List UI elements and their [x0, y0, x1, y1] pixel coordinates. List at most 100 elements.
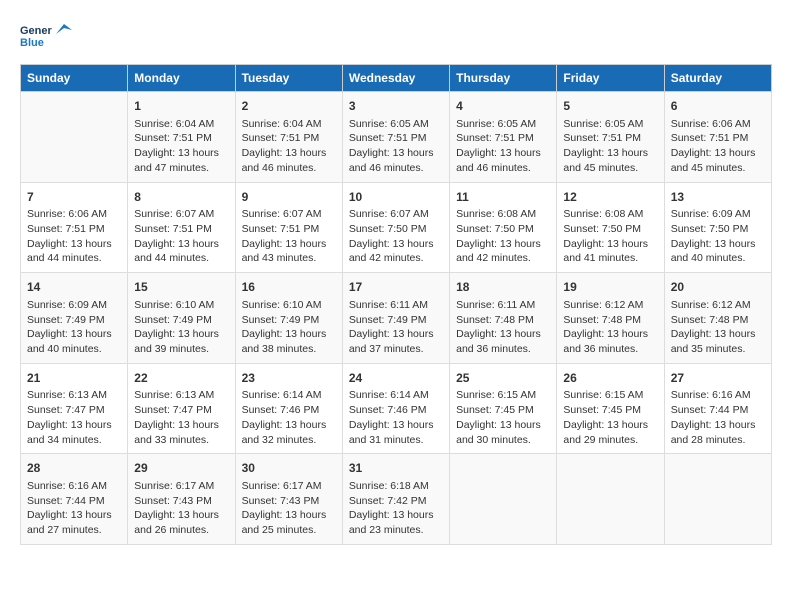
day-number: 3 — [349, 98, 443, 115]
day-number: 5 — [563, 98, 657, 115]
calendar-cell: 17 Sunrise: 6:11 AM Sunset: 7:49 PM Dayli… — [342, 273, 449, 364]
calendar-cell: 1Sunrise: 6:04 AM Sunset: 7:51 PM Daylig… — [128, 92, 235, 183]
calendar-cell: 8Sunrise: 6:07 AM Sunset: 7:51 PM Daylig… — [128, 182, 235, 273]
day-number: 22 — [134, 370, 228, 387]
day-content: Sunrise: 6:04 AM Sunset: 7:51 PM Dayligh… — [242, 117, 336, 176]
day-content: Sunrise: 6:05 AM Sunset: 7:51 PM Dayligh… — [563, 117, 657, 176]
calendar-cell: 4Sunrise: 6:05 AM Sunset: 7:51 PM Daylig… — [450, 92, 557, 183]
day-number: 30 — [242, 460, 336, 477]
svg-text:General: General — [20, 25, 52, 37]
day-content: Sunrise: 6:16 AM Sunset: 7:44 PM Dayligh… — [671, 388, 765, 447]
day-number: 10 — [349, 189, 443, 206]
day-content: Sunrise: 6:08 AM Sunset: 7:50 PM Dayligh… — [456, 207, 550, 266]
day-number: 20 — [671, 279, 765, 296]
day-number: 18 — [456, 279, 550, 296]
week-row-2: 7Sunrise: 6:06 AM Sunset: 7:51 PM Daylig… — [21, 182, 772, 273]
calendar-header-row: SundayMondayTuesdayWednesdayThursdayFrid… — [21, 65, 772, 92]
day-number: 14 — [27, 279, 121, 296]
day-header-saturday: Saturday — [664, 65, 771, 92]
calendar-cell: 15 Sunrise: 6:10 AM Sunset: 7:49 PM Dayli… — [128, 273, 235, 364]
day-header-sunday: Sunday — [21, 65, 128, 92]
day-number: 2 — [242, 98, 336, 115]
calendar-body: 1Sunrise: 6:04 AM Sunset: 7:51 PM Daylig… — [21, 92, 772, 545]
day-content: Sunrise: 6:07 AM Sunset: 7:50 PM Dayligh… — [349, 207, 443, 266]
day-number: 15 — [134, 279, 228, 296]
week-row-3: 14 Sunrise: 6:09 AM Sunset: 7:49 PM Dayli… — [21, 273, 772, 364]
day-content: Sunrise: 6:11 AM Sunset: 7:48 PM Dayligh… — [456, 298, 550, 357]
day-content: Sunrise: 6:13 AM Sunset: 7:47 PM Dayligh… — [134, 388, 228, 447]
calendar-cell: 2 Sunrise: 6:04 AM Sunset: 7:51 PM Daylig… — [235, 92, 342, 183]
day-content: Sunrise: 6:17 AM Sunset: 7:43 PM Dayligh… — [242, 479, 336, 538]
day-content: Sunrise: 6:13 AM Sunset: 7:47 PM Dayligh… — [27, 388, 121, 447]
day-number: 25 — [456, 370, 550, 387]
day-number: 31 — [349, 460, 443, 477]
day-number: 26 — [563, 370, 657, 387]
calendar-cell — [450, 454, 557, 545]
day-content: Sunrise: 6:15 AM Sunset: 7:45 PM Dayligh… — [563, 388, 657, 447]
calendar-table: SundayMondayTuesdayWednesdayThursdayFrid… — [20, 64, 772, 545]
calendar-cell — [664, 454, 771, 545]
day-number: 9 — [242, 189, 336, 206]
day-content: Sunrise: 6:04 AM Sunset: 7:51 PM Dayligh… — [134, 117, 228, 176]
day-content: Sunrise: 6:18 AM Sunset: 7:42 PM Dayligh… — [349, 479, 443, 538]
calendar-cell: 27Sunrise: 6:16 AM Sunset: 7:44 PM Dayli… — [664, 363, 771, 454]
day-content: Sunrise: 6:09 AM Sunset: 7:50 PM Dayligh… — [671, 207, 765, 266]
calendar-cell: 12Sunrise: 6:08 AM Sunset: 7:50 PM Dayli… — [557, 182, 664, 273]
week-row-5: 28Sunrise: 6:16 AM Sunset: 7:44 PM Dayli… — [21, 454, 772, 545]
day-number: 4 — [456, 98, 550, 115]
week-row-4: 21Sunrise: 6:13 AM Sunset: 7:47 PM Dayli… — [21, 363, 772, 454]
day-content: Sunrise: 6:06 AM Sunset: 7:51 PM Dayligh… — [671, 117, 765, 176]
day-header-tuesday: Tuesday — [235, 65, 342, 92]
day-number: 21 — [27, 370, 121, 387]
calendar-cell: 21Sunrise: 6:13 AM Sunset: 7:47 PM Dayli… — [21, 363, 128, 454]
calendar-cell: 13Sunrise: 6:09 AM Sunset: 7:50 PM Dayli… — [664, 182, 771, 273]
day-content: Sunrise: 6:12 AM Sunset: 7:48 PM Dayligh… — [563, 298, 657, 357]
calendar-cell: 3 Sunrise: 6:05 AM Sunset: 7:51 PM Daylig… — [342, 92, 449, 183]
calendar-cell: 30 Sunrise: 6:17 AM Sunset: 7:43 PM Dayli… — [235, 454, 342, 545]
day-number: 27 — [671, 370, 765, 387]
day-content: Sunrise: 6:05 AM Sunset: 7:51 PM Dayligh… — [349, 117, 443, 176]
day-header-monday: Monday — [128, 65, 235, 92]
calendar-cell: 14 Sunrise: 6:09 AM Sunset: 7:49 PM Dayli… — [21, 273, 128, 364]
calendar-cell: 20 Sunrise: 6:12 AM Sunset: 7:48 PM Dayli… — [664, 273, 771, 364]
day-number: 17 — [349, 279, 443, 296]
logo: General Blue — [20, 20, 74, 48]
day-content: Sunrise: 6:12 AM Sunset: 7:48 PM Dayligh… — [671, 298, 765, 357]
calendar-cell: 23Sunrise: 6:14 AM Sunset: 7:46 PM Dayli… — [235, 363, 342, 454]
day-number: 7 — [27, 189, 121, 206]
day-number: 29 — [134, 460, 228, 477]
day-content: Sunrise: 6:14 AM Sunset: 7:46 PM Dayligh… — [242, 388, 336, 447]
day-number: 23 — [242, 370, 336, 387]
day-content: Sunrise: 6:09 AM Sunset: 7:49 PM Dayligh… — [27, 298, 121, 357]
page-header: General Blue — [20, 20, 772, 48]
day-number: 8 — [134, 189, 228, 206]
day-content: Sunrise: 6:16 AM Sunset: 7:44 PM Dayligh… — [27, 479, 121, 538]
calendar-cell: 22Sunrise: 6:13 AM Sunset: 7:47 PM Dayli… — [128, 363, 235, 454]
calendar-cell: 7Sunrise: 6:06 AM Sunset: 7:51 PM Daylig… — [21, 182, 128, 273]
calendar-cell: 18 Sunrise: 6:11 AM Sunset: 7:48 PM Dayli… — [450, 273, 557, 364]
day-header-thursday: Thursday — [450, 65, 557, 92]
day-content: Sunrise: 6:11 AM Sunset: 7:49 PM Dayligh… — [349, 298, 443, 357]
day-header-friday: Friday — [557, 65, 664, 92]
day-content: Sunrise: 6:08 AM Sunset: 7:50 PM Dayligh… — [563, 207, 657, 266]
calendar-cell: 11Sunrise: 6:08 AM Sunset: 7:50 PM Dayli… — [450, 182, 557, 273]
calendar-cell: 19 Sunrise: 6:12 AM Sunset: 7:48 PM Dayli… — [557, 273, 664, 364]
calendar-cell: 5 Sunrise: 6:05 AM Sunset: 7:51 PM Daylig… — [557, 92, 664, 183]
calendar-cell: 10Sunrise: 6:07 AM Sunset: 7:50 PM Dayli… — [342, 182, 449, 273]
svg-text:Blue: Blue — [20, 37, 44, 48]
day-number: 16 — [242, 279, 336, 296]
calendar-cell: 24Sunrise: 6:14 AM Sunset: 7:46 PM Dayli… — [342, 363, 449, 454]
day-number: 12 — [563, 189, 657, 206]
logo-container: General Blue — [20, 20, 74, 48]
logo-bird-icon — [54, 20, 74, 40]
calendar-cell: 6Sunrise: 6:06 AM Sunset: 7:51 PM Daylig… — [664, 92, 771, 183]
day-content: Sunrise: 6:06 AM Sunset: 7:51 PM Dayligh… — [27, 207, 121, 266]
day-number: 19 — [563, 279, 657, 296]
calendar-cell: 28Sunrise: 6:16 AM Sunset: 7:44 PM Dayli… — [21, 454, 128, 545]
day-content: Sunrise: 6:10 AM Sunset: 7:49 PM Dayligh… — [134, 298, 228, 357]
calendar-cell: 31 Sunrise: 6:18 AM Sunset: 7:42 PM Dayli… — [342, 454, 449, 545]
calendar-cell — [557, 454, 664, 545]
day-content: Sunrise: 6:07 AM Sunset: 7:51 PM Dayligh… — [242, 207, 336, 266]
calendar-cell: 9Sunrise: 6:07 AM Sunset: 7:51 PM Daylig… — [235, 182, 342, 273]
calendar-cell: 16Sunrise: 6:10 AM Sunset: 7:49 PM Dayli… — [235, 273, 342, 364]
